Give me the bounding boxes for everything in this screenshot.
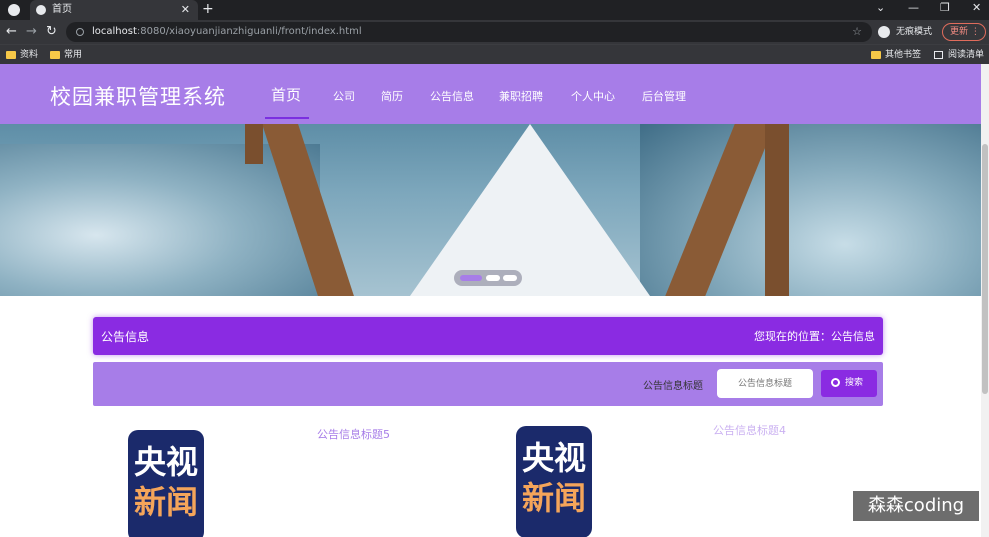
bookmark-label: 其他书签 <box>885 50 922 60</box>
section-title: 公告信息 <box>101 330 150 344</box>
incognito-icon <box>878 26 890 38</box>
search-label: 公告信息标题 <box>643 381 703 392</box>
bookmark-label: 常用 <box>64 50 83 60</box>
globe-icon <box>36 5 46 15</box>
carousel-dot[interactable] <box>460 275 482 281</box>
incognito-label: 无痕模式 <box>896 27 933 37</box>
address-bar[interactable]: localhost:8080/xiaoyuanjianzhiguanli/fro… <box>66 22 872 42</box>
news-image-text-top: 央视 <box>521 439 586 477</box>
restore-icon[interactable]: ❐ <box>940 0 950 16</box>
carousel-dot[interactable] <box>486 275 500 281</box>
news-image-text-bottom: 新闻 <box>133 483 198 521</box>
browser-tab-home[interactable]: 首页 ✕ <box>30 0 198 20</box>
url-path: :8080/xiaoyuanjianzhiguanli/front/index.… <box>136 26 362 37</box>
bookmark-star-icon[interactable]: ☆ <box>852 22 862 42</box>
nav-item-home[interactable]: 首页 <box>271 84 301 105</box>
bookmark-label: 资料 <box>20 50 39 60</box>
reading-list[interactable]: 阅读清单 <box>934 47 984 63</box>
tab-search-icon[interactable]: ⌄ <box>876 0 885 16</box>
news-image-text-bottom: 新闻 <box>521 479 586 517</box>
forward-icon[interactable]: → <box>26 23 37 41</box>
news-card-image[interactable]: 央视 新闻 <box>516 426 592 537</box>
banner-ice-left <box>0 144 320 296</box>
back-icon[interactable]: ← <box>6 23 17 41</box>
section-header: 公告信息 您现在的位置：公告信息 <box>93 317 883 355</box>
carousel-dots <box>454 270 522 286</box>
browser-logo-icon <box>8 4 20 16</box>
other-bookmarks[interactable]: 其他书签 <box>871 47 921 63</box>
folder-icon <box>871 51 881 59</box>
nav-item-announcements[interactable]: 公告信息 <box>430 88 474 104</box>
nav-active-indicator <box>265 117 309 119</box>
folder-icon <box>50 51 60 59</box>
search-bar: 公告信息标题 搜索 <box>93 362 883 406</box>
browser-toolbar: ← → ↻ localhost:8080/xiaoyuanjianzhiguan… <box>0 20 989 44</box>
bookmark-folder[interactable]: 常用 <box>50 47 82 63</box>
banner-carousel[interactable] <box>0 124 981 296</box>
site-brand[interactable]: 校园兼职管理系统 <box>50 81 226 111</box>
nav-item-company[interactable]: 公司 <box>333 88 355 104</box>
page-scrollbar[interactable] <box>981 64 989 537</box>
news-image-text-top: 央视 <box>133 443 198 481</box>
nav-item-admin[interactable]: 后台管理 <box>642 88 686 104</box>
news-card-title[interactable]: 公告信息标题4 <box>713 422 786 438</box>
carousel-dot[interactable] <box>503 275 517 281</box>
video-watermark: 森森coding <box>853 491 979 521</box>
browser-tab-bar: 首页 ✕ + ⌄ — ❐ ✕ <box>0 0 989 20</box>
tab-title: 首页 <box>52 4 72 15</box>
nav-item-profile[interactable]: 个人中心 <box>571 88 615 104</box>
banner-post <box>765 124 789 296</box>
search-button-label: 搜索 <box>845 378 864 388</box>
site-navbar: 校园兼职管理系统 首页 公司 简历 公告信息 兼职招聘 个人中心 后台管理 <box>0 64 981 124</box>
banner-post <box>245 124 263 164</box>
breadcrumb: 您现在的位置：公告信息 <box>754 330 875 343</box>
close-tab-icon[interactable]: ✕ <box>181 0 190 20</box>
update-label: 更新 <box>950 27 969 37</box>
web-page: 校园兼职管理系统 首页 公司 简历 公告信息 兼职招聘 个人中心 后台管理 公告… <box>0 64 989 537</box>
new-tab-icon[interactable]: + <box>202 0 214 18</box>
close-window-icon[interactable]: ✕ <box>972 0 981 16</box>
reload-icon[interactable]: ↻ <box>46 23 57 41</box>
nav-item-jobs[interactable]: 兼职招聘 <box>499 88 543 104</box>
minimize-icon[interactable]: — <box>908 0 919 16</box>
url-host: localhost <box>92 26 137 37</box>
incognito-indicator[interactable]: 无痕模式 <box>878 23 932 41</box>
search-icon <box>831 378 840 387</box>
info-icon[interactable] <box>76 28 84 36</box>
scrollbar-thumb[interactable] <box>982 144 988 394</box>
bookmark-folder[interactable]: 资料 <box>6 47 38 63</box>
bookmarks-bar: 资料 常用 其他书签 阅读清单 <box>0 44 989 64</box>
search-input[interactable] <box>717 369 813 398</box>
banner-snow-bridge <box>410 124 650 296</box>
bookmark-label: 阅读清单 <box>948 50 985 60</box>
update-button[interactable]: 更新 ⋮ <box>942 23 986 41</box>
nav-item-resume[interactable]: 简历 <box>381 88 403 104</box>
search-button[interactable]: 搜索 <box>821 370 877 397</box>
news-card-image[interactable]: 央视 新闻 <box>128 430 204 537</box>
folder-icon <box>6 51 16 59</box>
news-card-title[interactable]: 公告信息标题5 <box>317 426 390 442</box>
reading-list-icon <box>934 51 943 59</box>
